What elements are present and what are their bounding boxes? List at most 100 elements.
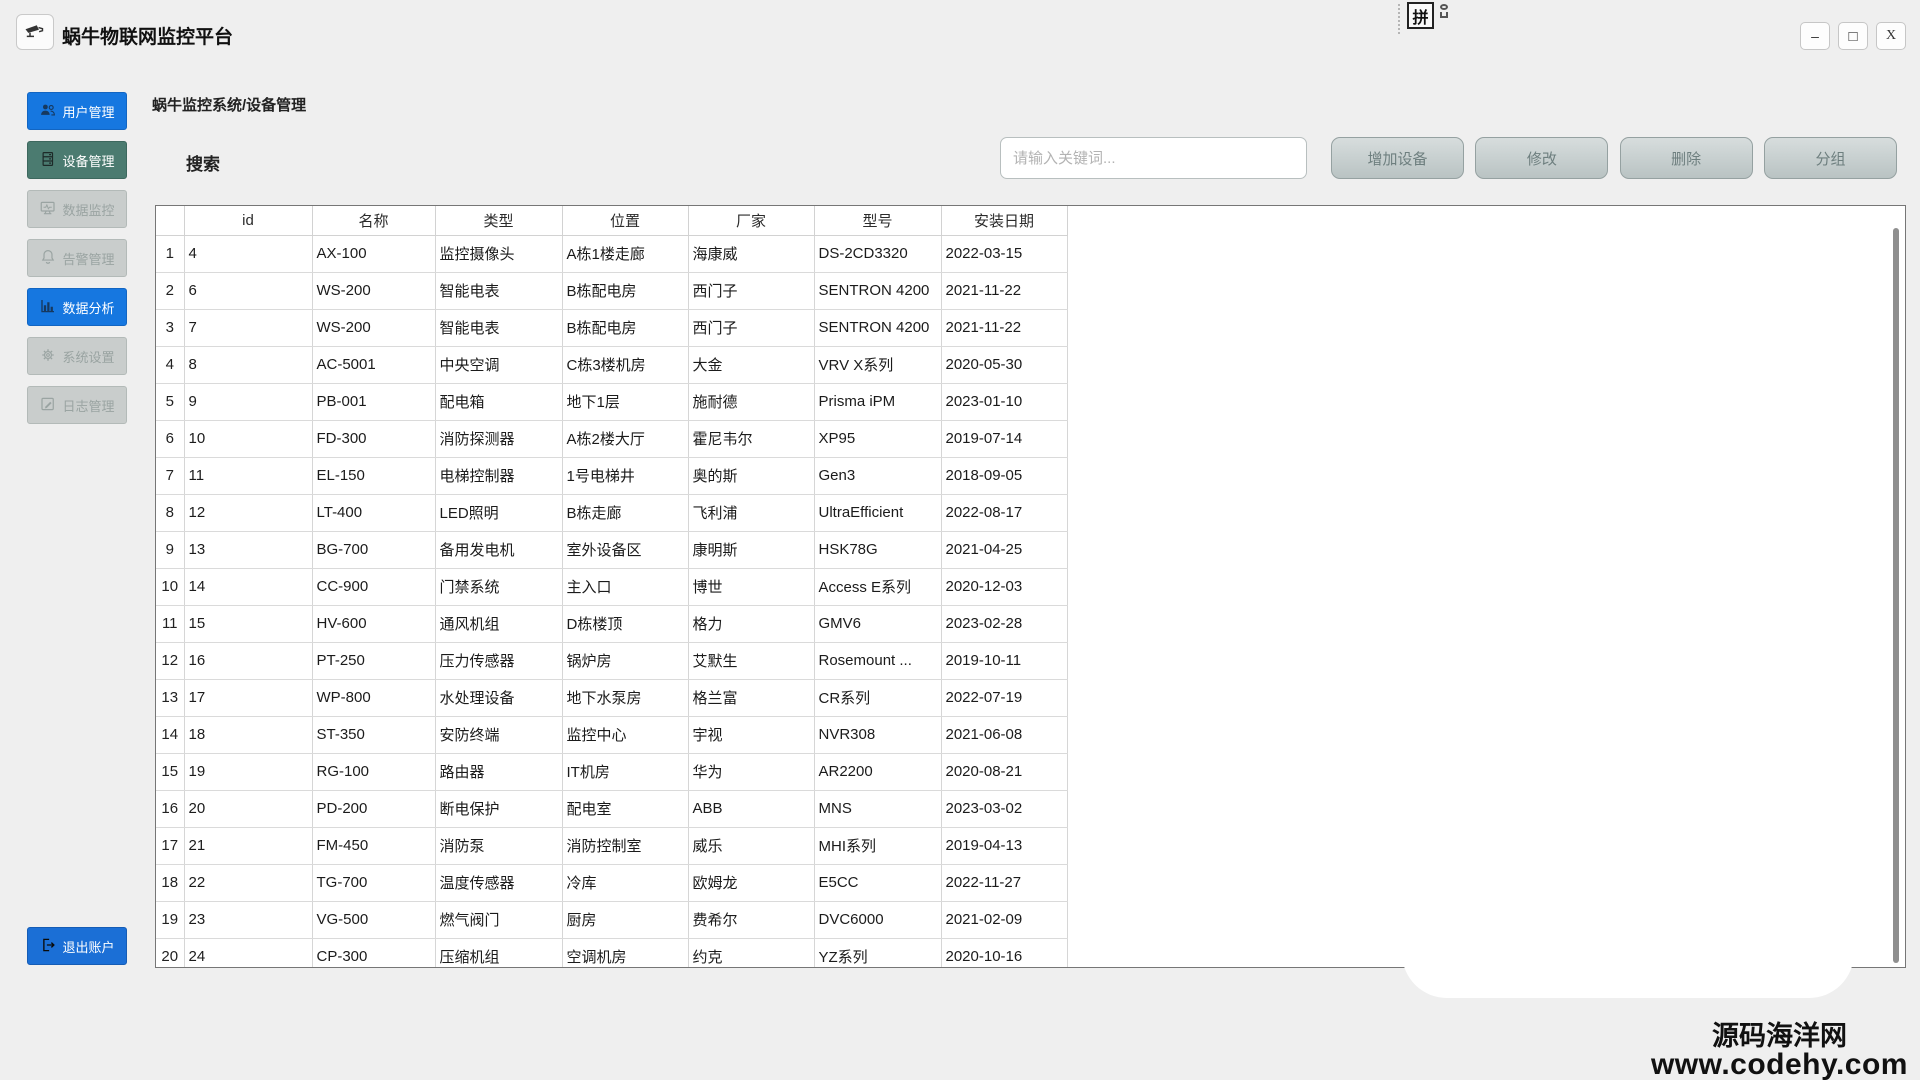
sidebar-item-log-management[interactable]: 日志管理 <box>27 386 127 424</box>
cell-vendor: 西门子 <box>688 309 814 346</box>
table-row[interactable]: 1 4 AX-100 监控摄像头 A栋1楼走廊 海康威 DS-2CD3320 2… <box>156 235 1067 272</box>
cell-location: D栋楼顶 <box>562 605 688 642</box>
row-number-cell: 17 <box>156 827 184 864</box>
watermark-sitename: 源码海洋网 <box>1651 1023 1908 1050</box>
chart-icon <box>39 297 57 318</box>
search-label: 搜索 <box>186 150 220 175</box>
table-row[interactable]: 13 17 WP-800 水处理设备 地下水泵房 格兰富 CR系列 2022-0… <box>156 679 1067 716</box>
sidebar-item-system-settings[interactable]: 系统设置 <box>27 337 127 375</box>
row-number-cell: 8 <box>156 494 184 531</box>
breadcrumb: 蜗牛监控系统/设备管理 <box>152 94 306 115</box>
cell-location: C栋3楼机房 <box>562 346 688 383</box>
cell-name: VG-500 <box>312 901 435 938</box>
cell-name: RG-100 <box>312 753 435 790</box>
row-number-cell: 14 <box>156 716 184 753</box>
minimize-button[interactable]: – <box>1800 22 1830 50</box>
cell-id: 10 <box>184 420 312 457</box>
cell-name: AX-100 <box>312 235 435 272</box>
table-row[interactable]: 17 21 FM-450 消防泵 消防控制室 威乐 MHI系列 2019-04-… <box>156 827 1067 864</box>
cell-location: B栋走廊 <box>562 494 688 531</box>
cell-install-date: 2021-02-09 <box>941 901 1067 938</box>
cell-type: 通风机组 <box>435 605 562 642</box>
cell-model: XP95 <box>814 420 941 457</box>
ime-indicator[interactable]: 拼 <box>1398 2 1448 34</box>
table-row[interactable]: 12 16 PT-250 压力传感器 锅炉房 艾默生 Rosemount ...… <box>156 642 1067 679</box>
sidebar-item-alarm-management[interactable]: 告警管理 <box>27 239 127 277</box>
logout-button[interactable]: 退出账户 <box>27 927 127 965</box>
table-row[interactable]: 5 9 PB-001 配电箱 地下1层 施耐德 Prisma iPM 2023-… <box>156 383 1067 420</box>
ime-pinyin-badge[interactable]: 拼 <box>1407 2 1434 29</box>
cell-id: 23 <box>184 901 312 938</box>
maximize-button[interactable]: □ <box>1838 22 1868 50</box>
table-row[interactable]: 7 11 EL-150 电梯控制器 1号电梯井 奥的斯 Gen3 2018-09… <box>156 457 1067 494</box>
row-number-cell: 10 <box>156 568 184 605</box>
add-device-button[interactable]: 增加设备 <box>1331 137 1464 179</box>
cell-vendor: 华为 <box>688 753 814 790</box>
column-header[interactable]: 安装日期 <box>941 206 1067 235</box>
cell-id: 4 <box>184 235 312 272</box>
cell-model: CR系列 <box>814 679 941 716</box>
row-number-cell: 6 <box>156 420 184 457</box>
cell-model: VRV X系列 <box>814 346 941 383</box>
cell-type: 消防探测器 <box>435 420 562 457</box>
toolbar: 增加设备 修改 删除 分组 <box>1331 137 1897 179</box>
cell-location: 室外设备区 <box>562 531 688 568</box>
cell-name: PD-200 <box>312 790 435 827</box>
cell-vendor: 格力 <box>688 605 814 642</box>
table-row[interactable]: 10 14 CC-900 门禁系统 主入口 博世 Access E系列 2020… <box>156 568 1067 605</box>
table-row[interactable]: 16 20 PD-200 断电保护 配电室 ABB MNS 2023-03-02 <box>156 790 1067 827</box>
search-input[interactable] <box>1000 137 1307 179</box>
table-row[interactable]: 8 12 LT-400 LED照明 B栋走廊 飞利浦 UltraEfficien… <box>156 494 1067 531</box>
column-header[interactable]: id <box>184 206 312 235</box>
cell-location: B栋配电房 <box>562 272 688 309</box>
table-row[interactable]: 9 13 BG-700 备用发电机 室外设备区 康明斯 HSK78G 2021-… <box>156 531 1067 568</box>
table-row[interactable]: 2 6 WS-200 智能电表 B栋配电房 西门子 SENTRON 4200 2… <box>156 272 1067 309</box>
column-header[interactable]: 厂家 <box>688 206 814 235</box>
cell-model: DS-2CD3320 <box>814 235 941 272</box>
table-row[interactable]: 6 10 FD-300 消防探测器 A栋2楼大厅 霍尼韦尔 XP95 2019-… <box>156 420 1067 457</box>
cell-type: 压缩机组 <box>435 938 562 968</box>
table-row[interactable]: 15 19 RG-100 路由器 IT机房 华为 AR2200 2020-08-… <box>156 753 1067 790</box>
table-row[interactable]: 4 8 AC-5001 中央空调 C栋3楼机房 大金 VRV X系列 2020-… <box>156 346 1067 383</box>
table-row[interactable]: 19 23 VG-500 燃气阀门 厨房 费希尔 DVC6000 2021-02… <box>156 901 1067 938</box>
table-row[interactable]: 20 24 CP-300 压缩机组 空调机房 约克 YZ系列 2020-10-1… <box>156 938 1067 968</box>
sidebar-item-user-management[interactable]: 用户管理 <box>27 92 127 130</box>
cell-type: 监控摄像头 <box>435 235 562 272</box>
cell-install-date: 2022-07-19 <box>941 679 1067 716</box>
row-number-cell: 4 <box>156 346 184 383</box>
table-row[interactable]: 3 7 WS-200 智能电表 B栋配电房 西门子 SENTRON 4200 2… <box>156 309 1067 346</box>
ime-drag-handle-icon[interactable] <box>1398 4 1401 34</box>
logout-icon <box>39 936 57 957</box>
modify-button[interactable]: 修改 <box>1475 137 1608 179</box>
vertical-scrollbar[interactable] <box>1893 228 1899 963</box>
close-button[interactable]: X <box>1876 22 1906 50</box>
cell-install-date: 2023-03-02 <box>941 790 1067 827</box>
column-header[interactable]: 位置 <box>562 206 688 235</box>
sidebar-item-device-management[interactable]: 设备管理 <box>27 141 127 179</box>
cell-model: Rosemount ... <box>814 642 941 679</box>
cell-model: SENTRON 4200 <box>814 272 941 309</box>
cell-model: UltraEfficient <box>814 494 941 531</box>
cell-name: WP-800 <box>312 679 435 716</box>
table-row[interactable]: 18 22 TG-700 温度传感器 冷库 欧姆龙 E5CC 2022-11-2… <box>156 864 1067 901</box>
group-button[interactable]: 分组 <box>1764 137 1897 179</box>
cell-id: 9 <box>184 383 312 420</box>
column-header[interactable]: 型号 <box>814 206 941 235</box>
cell-location: 监控中心 <box>562 716 688 753</box>
cell-type: 智能电表 <box>435 272 562 309</box>
cell-id: 7 <box>184 309 312 346</box>
cell-id: 6 <box>184 272 312 309</box>
cell-type: 水处理设备 <box>435 679 562 716</box>
sidebar-item-data-analysis[interactable]: 数据分析 <box>27 288 127 326</box>
table-row[interactable]: 14 18 ST-350 安防终端 监控中心 宇视 NVR308 2021-06… <box>156 716 1067 753</box>
column-header[interactable]: 名称 <box>312 206 435 235</box>
table-row[interactable]: 11 15 HV-600 通风机组 D栋楼顶 格力 GMV6 2023-02-2… <box>156 605 1067 642</box>
logout-label: 退出账户 <box>62 937 114 956</box>
ime-punctuation-icon[interactable] <box>1440 4 1448 18</box>
sidebar-item-data-monitoring[interactable]: 数据监控 <box>27 190 127 228</box>
delete-button[interactable]: 删除 <box>1620 137 1753 179</box>
column-header[interactable]: 类型 <box>435 206 562 235</box>
cell-type: 中央空调 <box>435 346 562 383</box>
cell-id: 14 <box>184 568 312 605</box>
cell-name: WS-200 <box>312 272 435 309</box>
